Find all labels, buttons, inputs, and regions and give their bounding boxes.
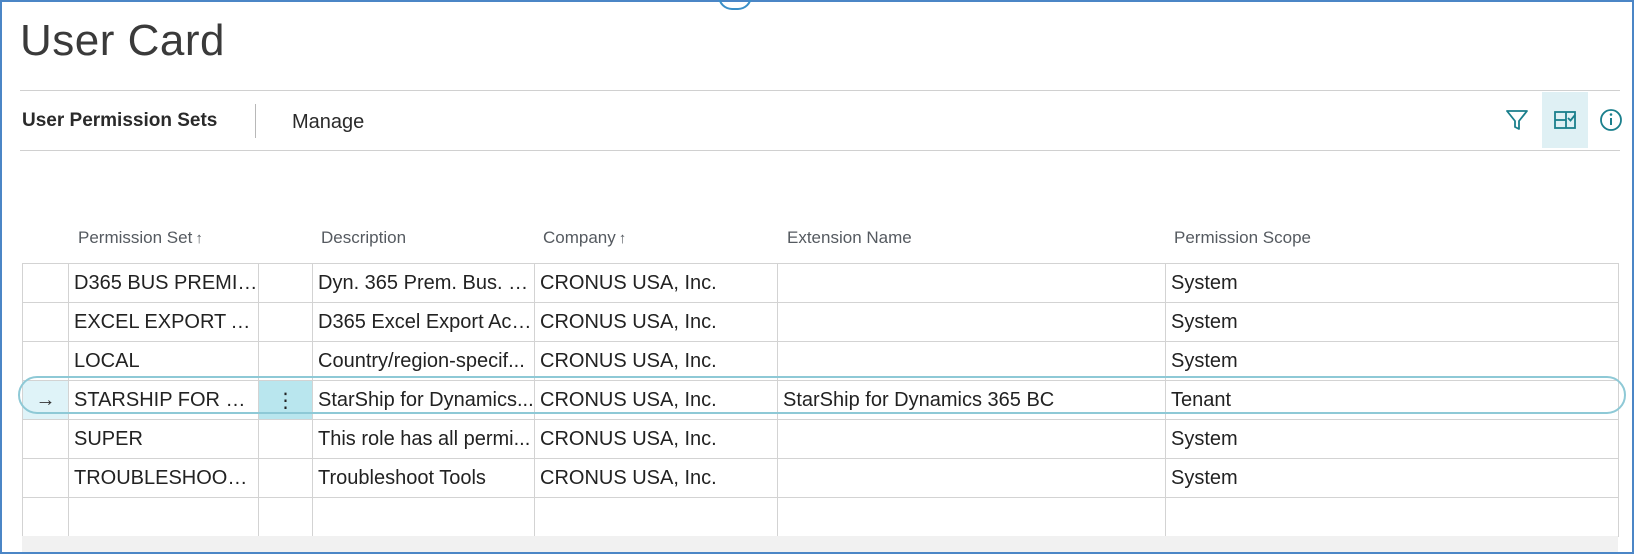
- cell-company[interactable]: [534, 497, 778, 537]
- cell-company[interactable]: CRONUS USA, Inc.: [534, 419, 778, 459]
- cell-extension-name[interactable]: [777, 341, 1166, 381]
- table-row[interactable]: EXCEL EXPORT AC... D365 Excel Export Acti…: [22, 302, 1619, 342]
- cell-permission-scope[interactable]: System: [1165, 341, 1619, 381]
- row-menu-button[interactable]: ⋮: [258, 380, 313, 420]
- permission-sets-grid: Permission Set ↑ Description Company ↑ Ext…: [18, 222, 1626, 537]
- cell-permission-set[interactable]: EXCEL EXPORT AC...: [68, 302, 259, 342]
- cell-permission-scope[interactable]: System: [1165, 263, 1619, 303]
- cell-description[interactable]: [312, 497, 535, 537]
- sort-arrow-icon: ↑: [195, 230, 203, 247]
- cell-permission-scope[interactable]: System: [1165, 458, 1619, 498]
- row-menu-button[interactable]: [258, 497, 313, 537]
- row-marker[interactable]: [22, 458, 69, 498]
- cell-permission-set[interactable]: [68, 497, 259, 537]
- window-frame: User Card User Permission Sets Manage Pe…: [0, 0, 1634, 554]
- scroll-indicator: [718, 0, 752, 10]
- table-row[interactable]: LOCAL Country/region-specif... CRONUS USA,…: [22, 341, 1619, 381]
- cell-extension-name[interactable]: [777, 497, 1166, 537]
- sort-arrow-icon: ↑: [618, 230, 627, 247]
- column-header-permission-scope[interactable]: Permission Scope: [1174, 228, 1311, 248]
- column-header-label: Extension Name: [787, 228, 912, 247]
- part-action-bar: User Permission Sets Manage: [20, 92, 1622, 148]
- cell-permission-scope[interactable]: Tenant: [1165, 380, 1619, 420]
- grid-rows: D365 BUS PREMIU... Dyn. 365 Prem. Bus. F.…: [22, 263, 1619, 537]
- filter-icon: [1506, 110, 1528, 130]
- row-marker[interactable]: [22, 263, 69, 303]
- column-header-label: Description: [321, 228, 407, 247]
- cell-description[interactable]: Troubleshoot Tools: [312, 458, 535, 498]
- row-menu-button[interactable]: [258, 302, 313, 342]
- info-button[interactable]: [1588, 92, 1634, 148]
- cell-company[interactable]: CRONUS USA, Inc.: [534, 458, 778, 498]
- grid-header: Permission Set ↑ Description Company ↑ Ext…: [22, 222, 1618, 262]
- cell-description[interactable]: Dyn. 365 Prem. Bus. F...: [312, 263, 535, 303]
- cell-extension-name[interactable]: [777, 419, 1166, 459]
- cell-permission-scope[interactable]: System: [1165, 419, 1619, 459]
- row-menu-button[interactable]: [258, 341, 313, 381]
- column-header-permission-set[interactable]: Permission Set ↑: [78, 228, 203, 248]
- cell-extension-name[interactable]: [777, 263, 1166, 303]
- cell-company[interactable]: CRONUS USA, Inc.: [534, 380, 778, 420]
- row-marker[interactable]: [22, 341, 69, 381]
- cell-permission-set[interactable]: SUPER: [68, 419, 259, 459]
- filter-button[interactable]: [1494, 92, 1540, 148]
- cell-permission-set[interactable]: LOCAL: [68, 341, 259, 381]
- cell-description[interactable]: D365 Excel Export Acti...: [312, 302, 535, 342]
- column-header-label: Permission Set: [78, 228, 193, 247]
- grid-footer: [22, 536, 1618, 552]
- cell-permission-set[interactable]: D365 BUS PREMIU...: [68, 263, 259, 303]
- cell-permission-scope[interactable]: System: [1165, 302, 1619, 342]
- info-icon: [1600, 109, 1622, 131]
- row-marker[interactable]: →: [22, 380, 69, 420]
- page-title: User Card: [20, 16, 225, 65]
- part-title[interactable]: User Permission Sets: [22, 110, 217, 132]
- table-row[interactable]: D365 BUS PREMIU... Dyn. 365 Prem. Bus. F.…: [22, 263, 1619, 303]
- cell-company[interactable]: CRONUS USA, Inc.: [534, 341, 778, 381]
- table-row[interactable]: → STARSHIP FOR DY... ⋮ StarShip for Dynamic…: [22, 380, 1619, 420]
- cell-company[interactable]: CRONUS USA, Inc.: [534, 302, 778, 342]
- cell-description[interactable]: This role has all permi...: [312, 419, 535, 459]
- divider: [20, 90, 1620, 91]
- action-separator: [255, 104, 256, 138]
- table-row[interactable]: TROUBLESHOOT T... Troubleshoot Tools CRONU…: [22, 458, 1619, 498]
- column-header-extension-name[interactable]: Extension Name: [787, 228, 912, 248]
- cell-extension-name[interactable]: [777, 302, 1166, 342]
- table-row[interactable]: [22, 497, 1619, 537]
- column-header-label: Company: [543, 228, 616, 247]
- column-header-company[interactable]: Company ↑: [543, 228, 626, 248]
- cell-permission-set[interactable]: TROUBLESHOOT T...: [68, 458, 259, 498]
- cell-description[interactable]: StarShip for Dynamics...: [312, 380, 535, 420]
- column-header-description[interactable]: Description: [321, 228, 406, 248]
- divider: [20, 150, 1620, 151]
- column-header-label: Permission Scope: [1174, 228, 1312, 247]
- row-marker[interactable]: [22, 419, 69, 459]
- row-menu-button[interactable]: [258, 458, 313, 498]
- cell-permission-scope[interactable]: [1165, 497, 1619, 537]
- factbox-icon: [1554, 111, 1576, 129]
- row-marker[interactable]: [22, 302, 69, 342]
- cell-permission-set[interactable]: STARSHIP FOR DY...: [68, 380, 259, 420]
- row-menu-button[interactable]: [258, 419, 313, 459]
- cell-extension-name[interactable]: [777, 458, 1166, 498]
- table-row[interactable]: SUPER This role has all permi... CRONUS US…: [22, 419, 1619, 459]
- cell-extension-name[interactable]: StarShip for Dynamics 365 BC: [777, 380, 1166, 420]
- row-menu-button[interactable]: [258, 263, 313, 303]
- manage-button[interactable]: Manage: [292, 111, 364, 134]
- row-marker[interactable]: [22, 497, 69, 537]
- cell-description[interactable]: Country/region-specif...: [312, 341, 535, 381]
- factbox-toggle-button[interactable]: [1542, 92, 1588, 148]
- cell-company[interactable]: CRONUS USA, Inc.: [534, 263, 778, 303]
